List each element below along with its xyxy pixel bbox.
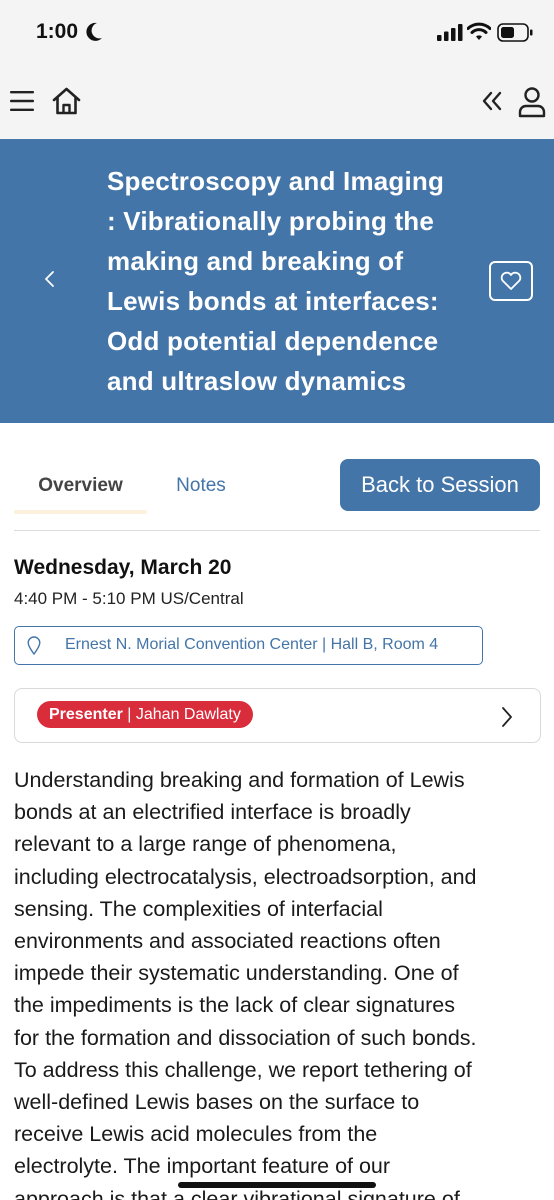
abstract-line: impede their systematic understanding. O… (14, 961, 459, 986)
session-time: 4:40 PM - 5:10 PM US/Central (14, 589, 244, 608)
wifi-icon (467, 22, 491, 40)
back-to-session-button[interactable]: Back to Session (340, 459, 540, 511)
abstract-line: including electrocatalysis, electroadsor… (14, 864, 477, 889)
detail-tabs: Overview Notes Back to Session (14, 458, 540, 518)
session-hero: Spectroscopy and Imaging : Vibrationally… (0, 139, 554, 423)
status-time: 1:00 (36, 20, 79, 43)
signal-icon (437, 24, 463, 41)
presenter-name: Jahan Dawlaty (135, 705, 241, 723)
status-bar: 1:00 (0, 0, 554, 66)
title-line: : Vibrationally probing the (107, 206, 435, 236)
title-line: making and breaking of (107, 246, 404, 276)
abstract-line: well-defined Lewis bases on the surface … (14, 1090, 420, 1115)
abstract-line: electrolyte. The important feature of ou… (14, 1154, 391, 1179)
tab-overview[interactable]: Overview (14, 458, 147, 514)
user-icon[interactable] (518, 86, 546, 118)
heart-icon (500, 271, 522, 290)
abstract-line: receive Lewis acid molecules from the (14, 1122, 378, 1147)
location-link[interactable]: Ernest N. Morial Convention Center | Hal… (14, 626, 483, 665)
abstract-text: Understanding breaking and formation of … (14, 764, 540, 1200)
location-text: Ernest N. Morial Convention Center | Hal… (65, 636, 439, 653)
app-header (0, 66, 554, 139)
abstract-line: the impediments is the lack of clear sig… (14, 993, 455, 1018)
menu-icon[interactable] (10, 90, 34, 112)
abstract-line: relevant to a large range of phenomena, (14, 832, 397, 857)
abstract-line: To address this challenge, we report tet… (14, 1057, 472, 1082)
presentation-title: Spectroscopy and Imaging : Vibrationally… (107, 161, 485, 401)
moon-icon (86, 22, 102, 41)
chevron-right-icon (502, 707, 512, 727)
title-line: Spectroscopy and Imaging (107, 166, 445, 196)
abstract-line: environments and associated reactions of… (14, 929, 441, 954)
tab-notes[interactable]: Notes (164, 458, 238, 514)
home-indicator[interactable] (178, 1182, 376, 1188)
double-chevron-left-icon[interactable] (481, 90, 503, 112)
presenter-card[interactable]: Presenter | Jahan Dawlaty (14, 688, 541, 743)
chevron-left-icon[interactable] (40, 267, 60, 291)
abstract-line: bonds at an electrified interface is bro… (14, 800, 411, 825)
abstract-line: sensing. The complexities of interfacial (14, 896, 383, 921)
title-line: Lewis bonds at interfaces: (107, 286, 439, 316)
divider (14, 530, 540, 531)
home-icon[interactable] (51, 86, 82, 116)
presenter-role: Presenter (49, 705, 123, 723)
title-line: Odd potential dependence (107, 326, 439, 356)
abstract-line: for the formation and dissociation of su… (14, 1025, 477, 1050)
presenter-badge: Presenter | Jahan Dawlaty (37, 701, 253, 728)
session-date: Wednesday, March 20 (14, 556, 232, 579)
presenter-separator: | (122, 705, 136, 723)
abstract-line: Understanding breaking and formation of … (14, 768, 465, 792)
active-tab-indicator (14, 510, 147, 514)
title-line: and ultraslow dynamics (107, 366, 407, 396)
location-pin-icon (27, 636, 41, 655)
favorite-button[interactable] (489, 261, 533, 301)
battery-icon (497, 23, 533, 42)
